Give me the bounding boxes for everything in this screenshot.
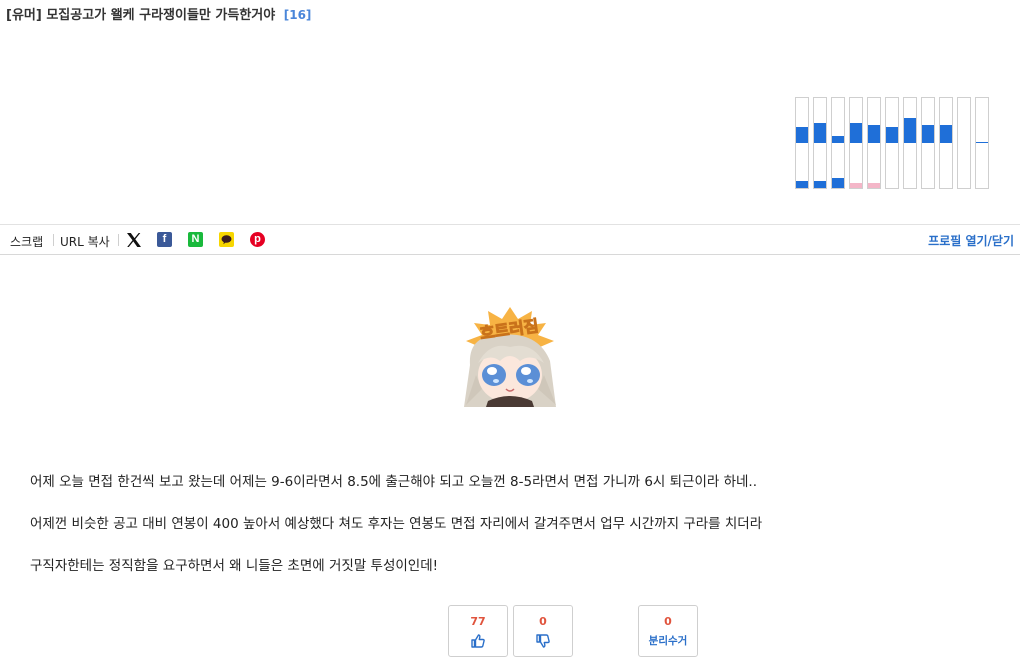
vote-history-up-segment — [904, 118, 916, 143]
post-paragraph: 구직자한테는 정직함을 요구하면서 왜 니들은 초면에 거짓말 투성이인데! — [30, 558, 439, 574]
vote-history-bar — [939, 97, 953, 189]
vote-history-bar — [957, 97, 971, 189]
url-copy-button[interactable]: URL 복사 — [60, 233, 110, 250]
comment-count[interactable]: [16] — [284, 8, 312, 22]
profile-toggle-link[interactable]: 프로필 열기/닫기 — [928, 232, 1014, 249]
downvote-button[interactable]: 0 — [513, 605, 573, 657]
vote-history-bar — [849, 97, 863, 189]
scrap-button[interactable]: 스크랩 — [10, 233, 43, 250]
post-toolbar: 스크랩 URL 복사 f N p 프로필 열기/닫기 — [0, 224, 1020, 255]
sticker-image: 흐트러짐 — [460, 305, 560, 407]
vote-history-down-segment — [814, 181, 826, 188]
post-paragraph: 어제껀 비슷한 공고 대비 연봉이 400 높아서 예상했다 쳐도 후자는 연봉… — [30, 516, 763, 532]
vote-history-up-segment — [868, 125, 880, 143]
vote-history-down-segment — [868, 183, 880, 188]
vote-history-up-segment — [976, 142, 988, 143]
vote-history-up-segment — [886, 127, 898, 143]
kakaotalk-icon[interactable] — [219, 232, 234, 247]
vote-history-down-segment — [850, 183, 862, 188]
pinterest-icon[interactable]: p — [250, 232, 265, 247]
facebook-icon[interactable]: f — [157, 232, 172, 247]
vote-history-bar — [903, 97, 917, 189]
post-title: 모집공고가 왤케 구라쟁이들만 가득한거야 — [46, 8, 276, 23]
recycle-label: 분리수거 — [648, 635, 688, 647]
vote-history-bar — [975, 97, 989, 189]
thumbs-up-icon — [471, 634, 485, 648]
vote-history-up-segment — [922, 125, 934, 143]
recycle-button[interactable]: 0 분리수거 — [638, 605, 698, 657]
vote-history-bar — [795, 97, 809, 189]
upvote-button[interactable]: 77 — [448, 605, 508, 657]
vote-history-bar — [867, 97, 881, 189]
vote-history-up-segment — [814, 123, 826, 143]
post-category: [유머] — [6, 8, 42, 23]
naver-icon[interactable]: N — [188, 232, 203, 247]
x-icon[interactable] — [126, 232, 141, 247]
toolbar-divider — [53, 234, 54, 246]
vote-history-down-segment — [832, 178, 844, 188]
vote-history-bar — [921, 97, 935, 189]
toolbar-divider — [118, 234, 119, 246]
vote-history-bar — [813, 97, 827, 189]
post-title-row: [유머] 모집공고가 왤케 구라쟁이들만 가득한거야 [16] — [6, 4, 311, 23]
vote-history-bar — [831, 97, 845, 189]
recycle-count: 0 — [664, 615, 672, 628]
thumbs-down-icon — [536, 634, 550, 648]
upvote-count: 77 — [470, 615, 486, 628]
vote-history-up-segment — [940, 125, 952, 143]
vote-history-up-segment — [850, 123, 862, 143]
downvote-count: 0 — [539, 615, 547, 628]
vote-history-up-segment — [796, 127, 808, 143]
vote-history-down-segment — [796, 181, 808, 188]
post-paragraph: 어제 오늘 면접 한건씩 보고 왔는데 어제는 9-6이라면서 8.5에 출근해… — [30, 474, 758, 490]
vote-history-bar — [885, 97, 899, 189]
vote-history-up-segment — [832, 136, 844, 143]
